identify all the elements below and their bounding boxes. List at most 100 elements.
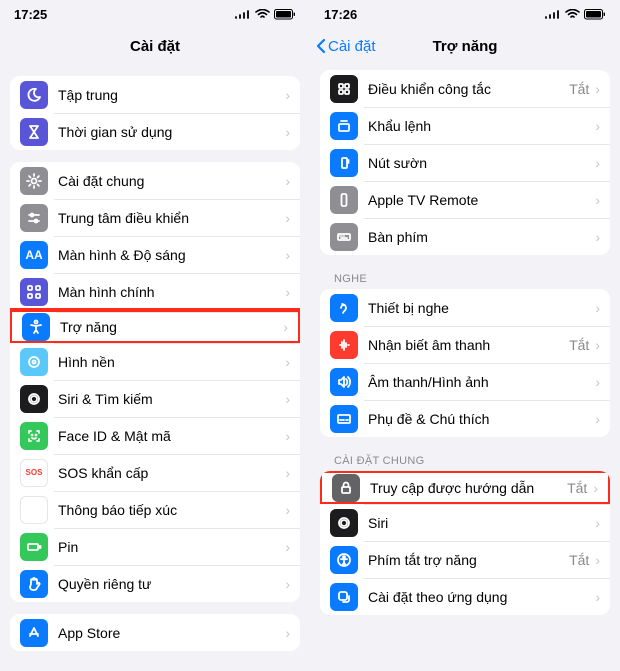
row-side-button[interactable]: Nút sườn ›	[320, 144, 610, 181]
row-label: Âm thanh/Hình ảnh	[368, 374, 595, 390]
chevron-right-icon: ›	[285, 428, 290, 444]
row-label: Nhận biết âm thanh	[368, 337, 569, 353]
appstore-icon	[20, 619, 48, 647]
row-keyboard[interactable]: Bàn phím ›	[320, 218, 610, 255]
battery-icon	[274, 9, 296, 20]
row-control-center[interactable]: Trung tâm điều khiển ›	[10, 199, 300, 236]
hourglass-icon	[20, 118, 48, 146]
section-header: NGHE	[334, 273, 610, 285]
chevron-right-icon: ›	[285, 391, 290, 407]
row-label: Tập trung	[58, 87, 285, 103]
row-focus[interactable]: Tập trung ›	[10, 76, 300, 113]
row-label: Màn hình chính	[58, 284, 285, 300]
chevron-right-icon: ›	[595, 118, 600, 134]
navbar: Cài đặt	[0, 28, 310, 64]
chevron-right-icon: ›	[595, 552, 600, 568]
group: App Store ›	[10, 614, 300, 651]
chevron-right-icon: ›	[285, 124, 290, 140]
subtitles-icon	[330, 405, 358, 433]
row-screentime[interactable]: Thời gian sử dụng ›	[10, 113, 300, 150]
chevron-right-icon: ›	[595, 589, 600, 605]
faceid-icon	[20, 422, 48, 450]
signal-icon	[235, 9, 251, 19]
status-time: 17:25	[14, 7, 47, 22]
chevron-right-icon: ›	[285, 625, 290, 641]
chevron-right-icon: ›	[285, 247, 290, 263]
chevron-right-icon: ›	[285, 539, 290, 555]
focus-icon	[20, 81, 48, 109]
row-sound-recognition[interactable]: Nhận biết âm thanh Tắt ›	[320, 326, 610, 363]
keyboard-icon	[330, 223, 358, 251]
row-detail: Tắt	[567, 480, 587, 496]
row-guided-access-highlighted[interactable]: Truy cập được hướng dẫn Tắt ›	[320, 471, 610, 506]
page-title: Trợ năng	[433, 38, 498, 55]
row-label: Điều khiển công tắc	[368, 81, 569, 97]
sound-recognition-icon	[330, 331, 358, 359]
page-title: Cài đặt	[130, 38, 180, 55]
chevron-right-icon: ›	[285, 173, 290, 189]
chevron-right-icon: ›	[595, 192, 600, 208]
group: Truy cập được hướng dẫn Tắt › Siri › Phí…	[320, 471, 610, 615]
row-privacy[interactable]: Quyền riêng tư ›	[10, 565, 300, 602]
row-faceid[interactable]: Face ID & Mật mã ›	[10, 417, 300, 454]
exposure-icon	[20, 496, 48, 524]
row-label: Apple TV Remote	[368, 192, 595, 208]
row-label: Face ID & Mật mã	[58, 428, 285, 444]
status-time: 17:26	[324, 7, 357, 22]
chevron-right-icon: ›	[283, 319, 288, 335]
status-bar: 17:25	[0, 0, 310, 28]
chevron-right-icon: ›	[595, 411, 600, 427]
row-home-screen[interactable]: Màn hình chính ›	[10, 273, 300, 310]
row-voice-control[interactable]: Khẩu lệnh ›	[320, 107, 610, 144]
row-label: Thiết bị nghe	[368, 300, 595, 316]
row-audio-visual[interactable]: Âm thanh/Hình ảnh ›	[320, 363, 610, 400]
row-wallpaper[interactable]: Hình nền ›	[10, 343, 300, 380]
group: Thiết bị nghe › Nhận biết âm thanh Tắt ›…	[320, 289, 610, 437]
accessibility-icon	[22, 313, 50, 341]
chevron-right-icon: ›	[595, 515, 600, 531]
chevron-right-icon: ›	[285, 576, 290, 592]
row-battery[interactable]: Pin ›	[10, 528, 300, 565]
group: Điều khiển công tắc Tắt › Khẩu lệnh › Nú…	[320, 70, 610, 255]
row-general[interactable]: Cài đặt chung ›	[10, 162, 300, 199]
row-shortcut[interactable]: Phím tắt trợ năng Tắt ›	[320, 541, 610, 578]
remote-icon	[330, 186, 358, 214]
row-label: App Store	[58, 625, 285, 641]
row-label: SOS khẩn cấp	[58, 465, 285, 481]
speaker-icon	[330, 368, 358, 396]
wallpaper-icon	[20, 348, 48, 376]
row-appletv-remote[interactable]: Apple TV Remote ›	[320, 181, 610, 218]
battery-icon	[584, 9, 606, 20]
chevron-right-icon: ›	[595, 229, 600, 245]
row-label: Pin	[58, 539, 285, 555]
wifi-icon	[255, 9, 270, 19]
chevron-right-icon: ›	[595, 81, 600, 97]
chevron-right-icon: ›	[595, 374, 600, 390]
chevron-right-icon: ›	[285, 354, 290, 370]
row-siri[interactable]: Siri & Tìm kiếm ›	[10, 380, 300, 417]
row-label: Trợ năng	[60, 319, 283, 335]
back-label: Cài đặt	[328, 38, 376, 55]
chevron-right-icon: ›	[285, 87, 290, 103]
row-detail: Tắt	[569, 81, 589, 97]
settings-list[interactable]: Tập trung › Thời gian sử dụng › Cài đặt …	[0, 64, 310, 671]
chevron-right-icon: ›	[285, 502, 290, 518]
accessibility-list[interactable]: Điều khiển công tắc Tắt › Khẩu lệnh › Nú…	[310, 64, 620, 671]
row-subtitles[interactable]: Phụ đề & Chú thích ›	[320, 400, 610, 437]
row-switch-control[interactable]: Điều khiển công tắc Tắt ›	[320, 70, 610, 107]
row-app-store[interactable]: App Store ›	[10, 614, 300, 651]
row-siri-access[interactable]: Siri ›	[320, 504, 610, 541]
row-exposure[interactable]: Thông báo tiếp xúc ›	[10, 491, 300, 528]
row-label: Quyền riêng tư	[58, 576, 285, 592]
side-button-icon	[330, 149, 358, 177]
row-per-app[interactable]: Cài đặt theo ứng dụng ›	[320, 578, 610, 615]
row-display[interactable]: AA Màn hình & Độ sáng ›	[10, 236, 300, 273]
row-detail: Tắt	[569, 337, 589, 353]
row-accessibility-highlighted[interactable]: Trợ năng ›	[10, 308, 300, 345]
siri-icon	[20, 385, 48, 413]
back-button[interactable]: Cài đặt	[316, 38, 376, 55]
row-label: Thông báo tiếp xúc	[58, 502, 285, 518]
chevron-right-icon: ›	[595, 300, 600, 316]
row-sos[interactable]: SOS SOS khẩn cấp ›	[10, 454, 300, 491]
row-hearing-devices[interactable]: Thiết bị nghe ›	[320, 289, 610, 326]
